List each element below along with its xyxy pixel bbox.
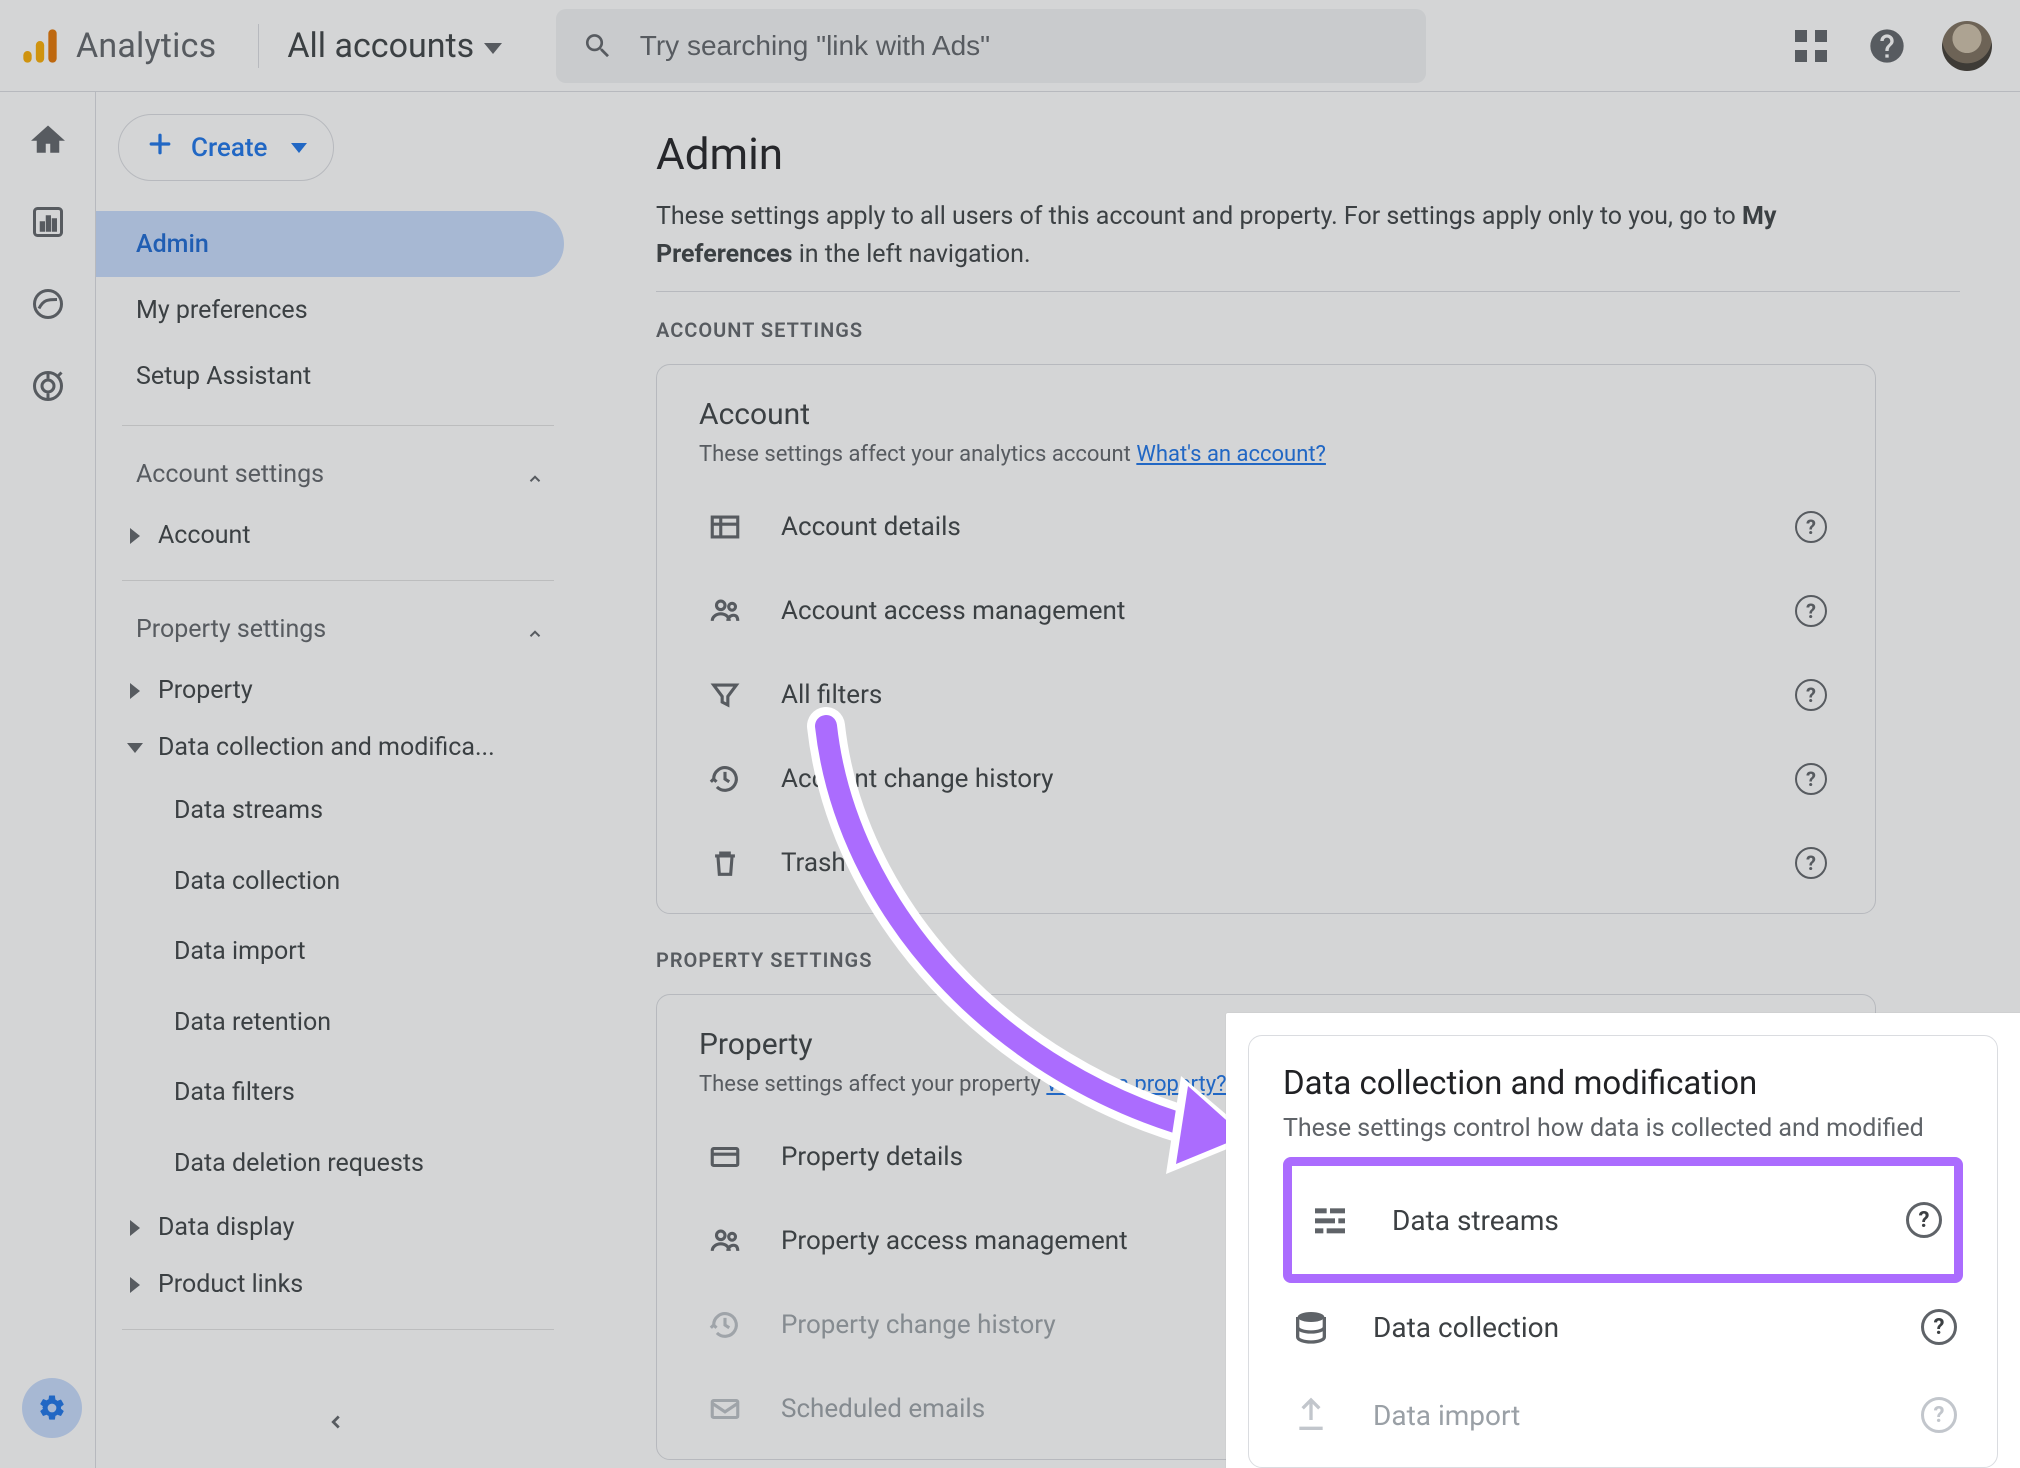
caret-down-icon [484, 43, 502, 54]
account-card: Account These settings affect your analy… [656, 364, 1876, 914]
row-all-filters[interactable]: All filters ? [699, 653, 1833, 737]
help-icon[interactable] [1866, 25, 1908, 67]
whats-an-account-link[interactable]: What's an account? [1136, 442, 1326, 467]
tree-item-data-collection-mod[interactable]: Data collection and modifica... [112, 719, 564, 776]
expand-down-icon [127, 743, 143, 753]
ga-logo-icon [20, 26, 60, 66]
expand-right-icon [130, 1277, 140, 1293]
mail-icon [705, 1389, 745, 1429]
section-label-property: PROPERTY SETTINGS [656, 948, 1960, 972]
help-icon[interactable]: ? [1921, 1397, 1957, 1433]
chevron-up-icon [526, 621, 544, 639]
card-title: Account [699, 397, 1833, 432]
search-bar[interactable] [556, 9, 1426, 83]
callout-row-data-streams[interactable]: Data streams ? [1302, 1176, 1948, 1264]
callout-panel: Data collection and modification These s… [1226, 1013, 2020, 1468]
nav-item-my-preferences[interactable]: My preferences [96, 277, 564, 343]
divider [122, 580, 554, 581]
help-icon[interactable]: ? [1795, 511, 1827, 543]
tree-item-data-display[interactable]: Data display [112, 1199, 564, 1256]
nav-group-account-settings[interactable]: Account settings [112, 442, 564, 507]
nav-item-admin[interactable]: Admin [96, 211, 564, 277]
expand-right-icon [130, 1220, 140, 1236]
details-icon [705, 507, 745, 547]
people-icon [705, 591, 745, 631]
divider [122, 1329, 554, 1330]
divider [258, 24, 259, 68]
reports-icon[interactable] [28, 202, 68, 242]
divider [122, 425, 554, 426]
section-label-account: ACCOUNT SETTINGS [656, 318, 1960, 342]
account-switcher[interactable]: All accounts [287, 26, 502, 66]
tree-sub-data-deletion[interactable]: Data deletion requests [174, 1129, 564, 1200]
callout-card: Data collection and modification These s… [1248, 1035, 1998, 1468]
help-icon[interactable]: ? [1795, 763, 1827, 795]
admin-gear-fab[interactable] [22, 1378, 82, 1438]
people-icon [705, 1221, 745, 1261]
search-input[interactable] [640, 30, 1400, 62]
help-icon[interactable]: ? [1795, 595, 1827, 627]
create-label: Create [191, 133, 267, 163]
highlight-box: Data streams ? [1283, 1157, 1963, 1283]
tree-sub-data-streams[interactable]: Data streams [174, 776, 564, 847]
database-icon [1289, 1305, 1333, 1349]
tree-children-data-collection: Data streams Data collection Data import… [112, 776, 564, 1199]
explore-icon[interactable] [28, 284, 68, 324]
ads-icon[interactable] [28, 366, 68, 406]
streams-icon [1308, 1198, 1352, 1242]
card-subtitle: These settings affect your analytics acc… [699, 442, 1833, 467]
chevron-up-icon [526, 466, 544, 484]
brand-text: Analytics [76, 26, 216, 66]
avatar[interactable] [1942, 21, 1992, 71]
tree-item-product-links[interactable]: Product links [112, 1256, 564, 1313]
home-icon[interactable] [28, 120, 68, 160]
callout-row-data-import[interactable]: Data import ? [1283, 1371, 1963, 1459]
expand-right-icon [130, 528, 140, 544]
divider [656, 291, 1960, 292]
apps-icon[interactable] [1790, 25, 1832, 67]
plus-icon [145, 129, 175, 166]
callout-title: Data collection and modification [1283, 1064, 1963, 1103]
app-header: Analytics All accounts [0, 0, 2020, 92]
history-icon [705, 1305, 745, 1345]
account-switcher-label: All accounts [287, 26, 474, 66]
help-icon[interactable]: ? [1795, 847, 1827, 879]
ga-logo[interactable]: Analytics [20, 26, 216, 66]
page-description: These settings apply to all users of thi… [656, 198, 1816, 273]
tree-item-account[interactable]: Account [112, 507, 564, 564]
left-rail [0, 92, 96, 1468]
tree-sub-data-collection[interactable]: Data collection [174, 847, 564, 918]
chevron-down-icon [291, 143, 307, 153]
help-icon[interactable]: ? [1921, 1309, 1957, 1345]
page-title: Admin [656, 128, 1960, 180]
tree-sub-data-filters[interactable]: Data filters [174, 1058, 564, 1129]
upload-icon [1289, 1393, 1333, 1437]
search-icon [582, 29, 614, 63]
filter-icon [705, 675, 745, 715]
help-icon[interactable]: ? [1906, 1202, 1942, 1238]
nav-panel: Create Admin My preferences Setup Assist… [96, 92, 576, 1468]
nav-group-property-settings[interactable]: Property settings [112, 597, 564, 662]
row-change-history[interactable]: Account change history ? [699, 737, 1833, 821]
help-icon[interactable]: ? [1795, 679, 1827, 711]
card-icon [705, 1137, 745, 1177]
history-icon [705, 759, 745, 799]
whats-a-property-link[interactable]: What's a property? [1046, 1072, 1226, 1097]
callout-subtitle: These settings control how data is colle… [1283, 1111, 1963, 1147]
row-account-access[interactable]: Account access management ? [699, 569, 1833, 653]
header-actions [1790, 21, 1992, 71]
trash-icon [705, 843, 745, 883]
tree-sub-data-import[interactable]: Data import [174, 917, 564, 988]
collapse-nav-button[interactable] [312, 1398, 360, 1446]
row-account-details[interactable]: Account details ? [699, 485, 1833, 569]
row-trash[interactable]: Trash ? [699, 821, 1833, 905]
expand-right-icon [130, 683, 140, 699]
create-button[interactable]: Create [118, 114, 334, 181]
nav-item-setup-assistant[interactable]: Setup Assistant [96, 343, 564, 409]
tree-item-property[interactable]: Property [112, 662, 564, 719]
tree-sub-data-retention[interactable]: Data retention [174, 988, 564, 1059]
callout-row-data-collection[interactable]: Data collection ? [1283, 1283, 1963, 1371]
